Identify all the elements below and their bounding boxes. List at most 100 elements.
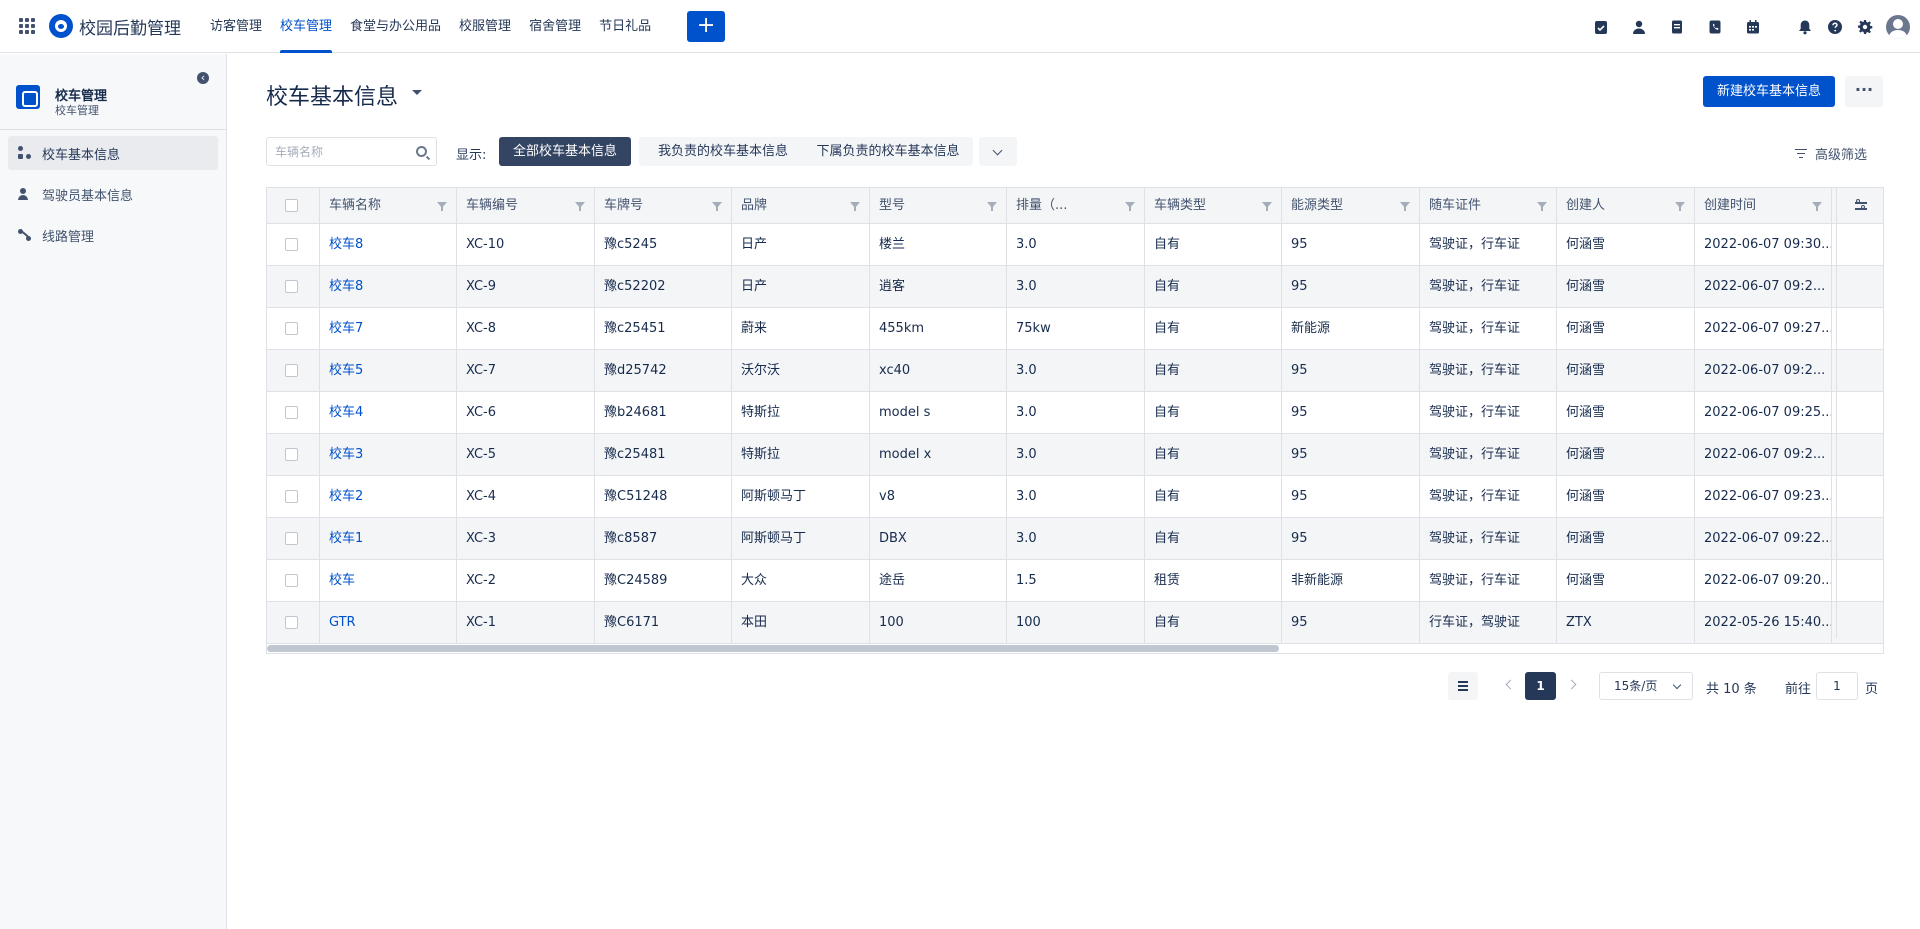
vehicle-name-link[interactable]: 校车8 xyxy=(320,224,457,266)
column-filter-icon[interactable] xyxy=(437,202,447,211)
help-icon[interactable] xyxy=(1820,12,1850,42)
table-row[interactable]: 校车2 XC-4 豫C51248 阿斯顿马丁 v8 3.0 自有 95 驾驶证，行车证 何涵雪 20… xyxy=(267,476,1883,518)
vehicle-name-link[interactable]: 校车7 xyxy=(320,308,457,350)
prev-page-icon[interactable] xyxy=(1505,679,1516,690)
column-header[interactable]: 车辆类型 xyxy=(1145,188,1282,224)
column-header[interactable]: 排量（... xyxy=(1007,188,1145,224)
row-checkbox[interactable] xyxy=(285,238,298,251)
vehicle-name-link[interactable]: 校车5 xyxy=(320,350,457,392)
column-settings-icon[interactable] xyxy=(1837,188,1883,224)
row-checkbox[interactable] xyxy=(285,280,298,293)
table-cell: 何涵雪 xyxy=(1557,308,1695,350)
nav-item-uniform[interactable]: 校服管理 xyxy=(450,0,520,53)
page-size-select[interactable]: 15条/页 xyxy=(1599,672,1693,700)
table-row[interactable]: 校车4 XC-6 豫b24681 特斯拉 model s 3.0 自有 95 驾驶证，行车证 何涵… xyxy=(267,392,1883,434)
table-cell: 2022-06-07 09:30... xyxy=(1695,224,1832,266)
sidebar-item-driver-info[interactable]: 驾驶员基本信息 xyxy=(8,177,218,211)
column-filter-icon[interactable] xyxy=(575,202,585,211)
new-bus-info-button[interactable]: 新建校车基本信息 xyxy=(1703,76,1835,107)
vehicle-name-link[interactable]: 校车 xyxy=(320,560,457,602)
document-icon[interactable] xyxy=(1662,12,1692,42)
create-plus-button[interactable]: + xyxy=(687,10,726,42)
sidebar-item-route-management[interactable]: 线路管理 xyxy=(8,218,218,252)
table-row[interactable]: 校车 XC-2 豫C24589 大众 途岳 1.5 租赁 非新能源 驾驶证，行车证 何涵雪 2022… xyxy=(267,560,1883,602)
filter-all-button[interactable]: 全部校车基本信息 xyxy=(499,137,631,166)
vehicle-name-link[interactable]: 校车1 xyxy=(320,518,457,560)
column-header[interactable]: 车辆名称 xyxy=(320,188,457,224)
app-switcher-icon[interactable] xyxy=(19,18,35,34)
vehicle-name-link[interactable]: 校车3 xyxy=(320,434,457,476)
filter-subordinates-button[interactable]: 下属负责的校车基本信息 xyxy=(803,137,973,166)
table-row[interactable]: 校车8 XC-10 豫c5245 日产 楼兰 3.0 自有 95 驾驶证，行车证 何涵雪 2022-… xyxy=(267,224,1883,266)
search-icon[interactable] xyxy=(416,146,427,157)
column-header[interactable]: 品牌 xyxy=(732,188,870,224)
column-filter-icon[interactable] xyxy=(1812,202,1822,211)
column-filter-icon[interactable] xyxy=(987,202,997,211)
row-checkbox[interactable] xyxy=(285,364,298,377)
row-checkbox[interactable] xyxy=(285,448,298,461)
nav-item-school-bus[interactable]: 校车管理 xyxy=(271,0,341,53)
task-check-icon[interactable] xyxy=(1586,12,1616,42)
sidebar-project-header: 校车管理 校车管理 ‹ xyxy=(0,54,226,130)
table-cell: 途岳 xyxy=(870,560,1007,602)
column-filter-icon[interactable] xyxy=(850,202,860,211)
filter-mine-button[interactable]: 我负责的校车基本信息 xyxy=(639,137,807,166)
sidebar-collapse-icon[interactable]: ‹ xyxy=(197,72,209,84)
sidebar-item-bus-info[interactable]: 校车基本信息 xyxy=(8,136,218,170)
column-filter-icon[interactable] xyxy=(1537,202,1547,211)
calendar-icon[interactable] xyxy=(1738,12,1768,42)
current-page-button[interactable]: 1 xyxy=(1525,672,1556,700)
column-header[interactable]: 创建时间 xyxy=(1695,188,1832,224)
column-filter-icon[interactable] xyxy=(1400,202,1410,211)
row-checkbox[interactable] xyxy=(285,574,298,587)
bell-icon[interactable] xyxy=(1790,12,1820,42)
column-filter-icon[interactable] xyxy=(1262,202,1272,211)
nav-item-visitor[interactable]: 访客管理 xyxy=(201,0,271,53)
vehicle-name-link[interactable]: 校车2 xyxy=(320,476,457,518)
select-all-checkbox[interactable] xyxy=(285,199,298,212)
row-checkbox[interactable] xyxy=(285,532,298,545)
chevron-down-icon[interactable] xyxy=(412,90,422,95)
table-row[interactable]: GTR XC-1 豫C6171 本田 100 100 自有 95 行车证，驾驶证 ZTX 2022-… xyxy=(267,602,1883,644)
table-row[interactable]: 校车3 XC-5 豫c25481 特斯拉 model x 3.0 自有 95 驾驶证，行车证 何涵… xyxy=(267,434,1883,476)
nav-item-canteen-office[interactable]: 食堂与办公用品 xyxy=(341,0,450,53)
filter-dropdown-button[interactable] xyxy=(979,137,1017,166)
horizontal-scrollbar[interactable] xyxy=(267,645,1279,652)
user-avatar[interactable] xyxy=(1886,14,1910,39)
vehicle-name-link[interactable]: GTR xyxy=(320,602,457,644)
row-checkbox[interactable] xyxy=(285,490,298,503)
table-cell: XC-5 xyxy=(457,434,595,476)
row-checkbox[interactable] xyxy=(285,616,298,629)
column-header[interactable]: 型号 xyxy=(870,188,1007,224)
search-input[interactable] xyxy=(267,138,397,165)
nav-item-dorm[interactable]: 宿舍管理 xyxy=(520,0,590,53)
column-filter-icon[interactable] xyxy=(1675,202,1685,211)
row-checkbox[interactable] xyxy=(285,406,298,419)
column-filter-icon[interactable] xyxy=(1125,202,1135,211)
vehicle-name-link[interactable]: 校车4 xyxy=(320,392,457,434)
list-view-icon[interactable] xyxy=(1448,672,1478,700)
table-cell: 豫c8587 xyxy=(595,518,732,560)
table-row[interactable]: 校车1 XC-3 豫c8587 阿斯顿马丁 DBX 3.0 自有 95 驾驶证，行车证 何涵雪 20… xyxy=(267,518,1883,560)
column-header[interactable]: 车牌号 xyxy=(595,188,732,224)
gear-icon[interactable] xyxy=(1850,12,1880,42)
column-header[interactable]: 随车证件 xyxy=(1420,188,1557,224)
table-row[interactable]: 校车5 XC-7 豫d25742 沃尔沃 xc40 3.0 自有 95 驾驶证，行车证 何涵雪 20… xyxy=(267,350,1883,392)
nav-item-holiday-gift[interactable]: 节日礼品 xyxy=(590,0,660,53)
column-header[interactable]: 创建人 xyxy=(1557,188,1695,224)
vehicle-name-link[interactable]: 校车8 xyxy=(320,266,457,308)
phone-book-icon[interactable] xyxy=(1700,12,1730,42)
goto-page-input[interactable]: 1 xyxy=(1816,672,1858,700)
table-cell: 3.0 xyxy=(1007,476,1145,518)
row-checkbox[interactable] xyxy=(285,322,298,335)
table-row[interactable]: 校车8 XC-9 豫c52202 日产 逍客 3.0 自有 95 驾驶证，行车证 何涵雪 2022-… xyxy=(267,266,1883,308)
column-header[interactable]: 车辆编号 xyxy=(457,188,595,224)
advanced-filter-button[interactable]: 高级筛选 xyxy=(1795,144,1867,163)
column-header[interactable]: 能源类型 xyxy=(1282,188,1420,224)
column-filter-icon[interactable] xyxy=(712,202,722,211)
more-actions-button[interactable]: ··· xyxy=(1845,76,1883,107)
table-cell: XC-6 xyxy=(457,392,595,434)
contacts-icon[interactable] xyxy=(1624,12,1654,42)
table-row[interactable]: 校车7 XC-8 豫c25451 蔚来 455km 75kw 自有 新能源 驾驶证，行车证 何涵雪… xyxy=(267,308,1883,350)
next-page-icon[interactable] xyxy=(1566,679,1577,690)
